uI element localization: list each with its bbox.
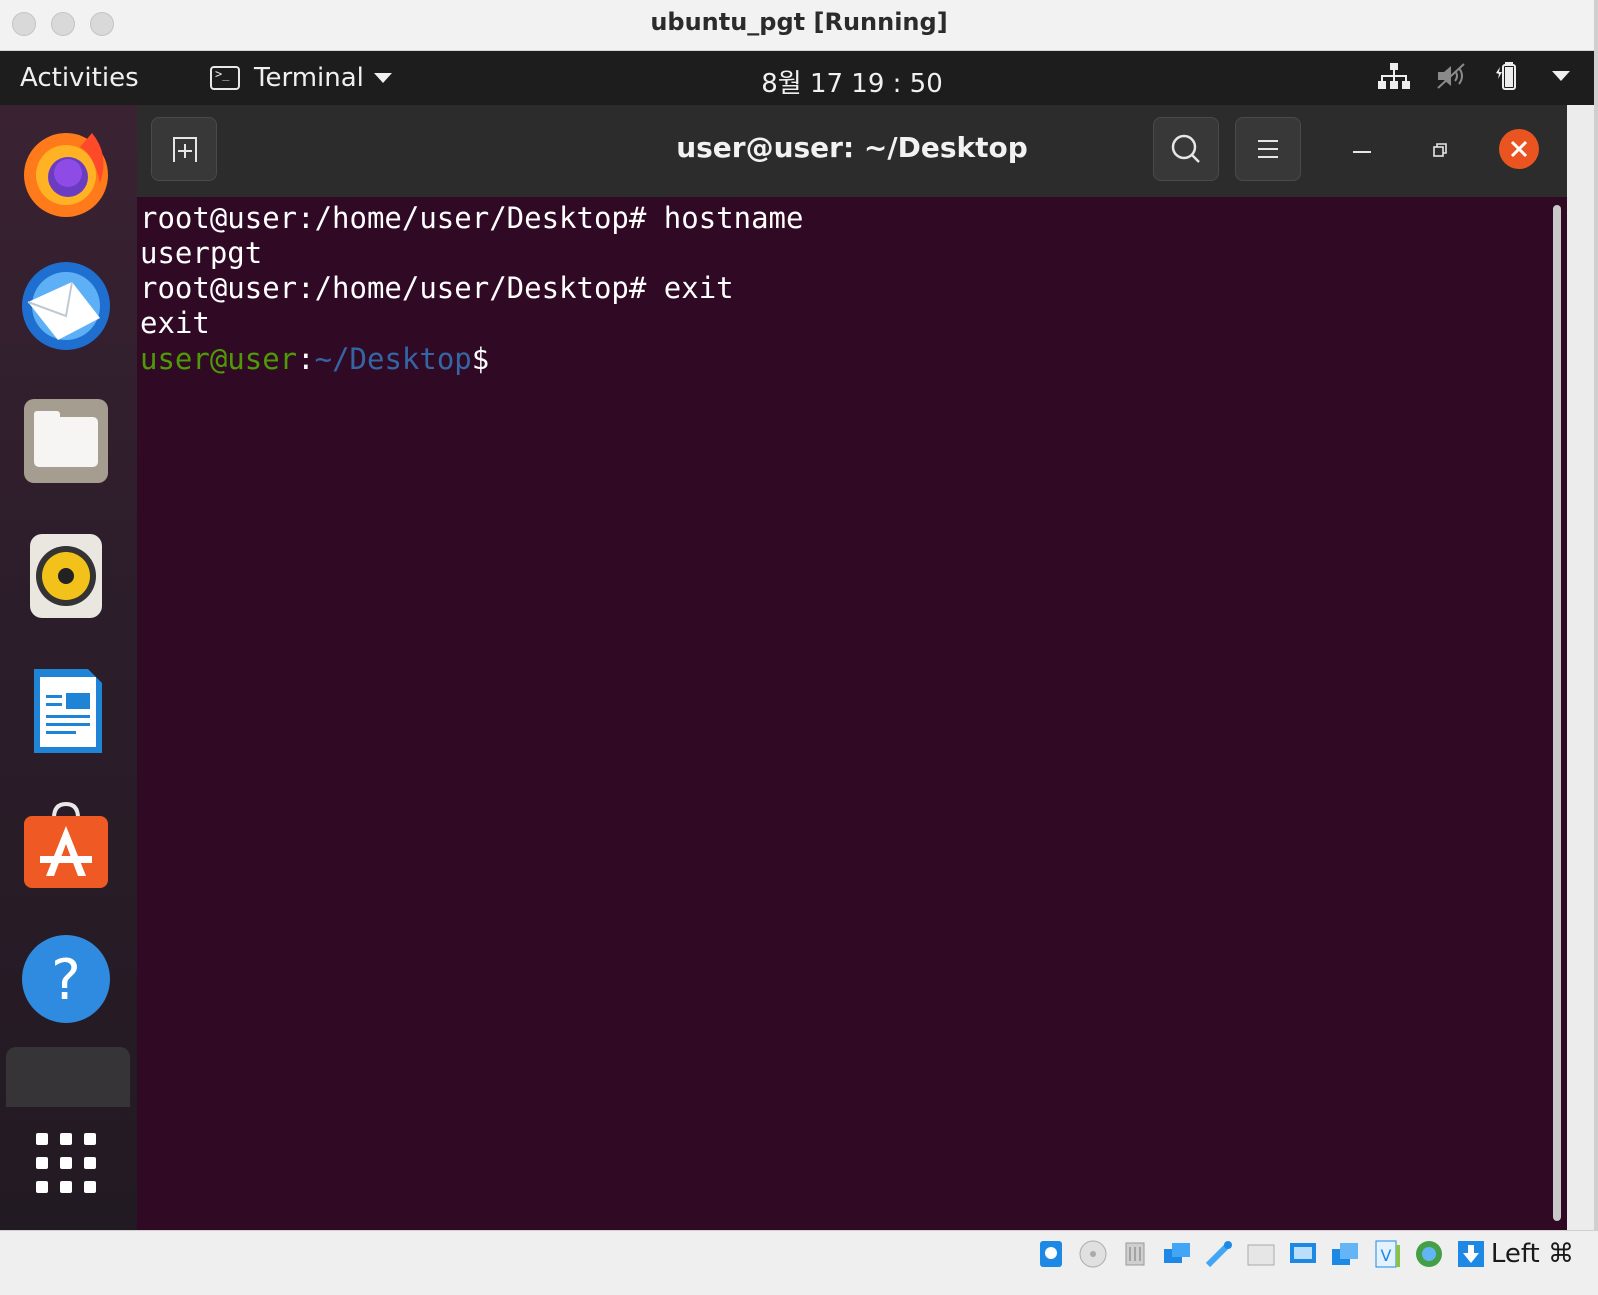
shared-folder-icon[interactable] xyxy=(1244,1237,1278,1271)
thunderbird-icon[interactable] xyxy=(20,260,112,352)
ubuntu-top-bar: Activities Terminal 8월 17 19 : 50 xyxy=(0,51,1594,105)
audio-icon[interactable] xyxy=(1118,1237,1152,1271)
svg-text:V: V xyxy=(1381,1246,1392,1265)
hamburger-menu-icon xyxy=(1258,140,1278,158)
volume-muted-icon xyxy=(1437,63,1465,89)
terminal-line: userpgt xyxy=(140,236,263,270)
close-icon xyxy=(1510,140,1528,158)
search-button[interactable] xyxy=(1153,117,1219,181)
vm-status-icons: V xyxy=(1034,1237,1488,1271)
search-icon xyxy=(1171,134,1200,163)
rhythmbox-icon[interactable] xyxy=(20,530,112,622)
virtualization-icon[interactable]: V xyxy=(1370,1237,1404,1271)
libreoffice-writer-icon[interactable] xyxy=(20,665,112,757)
display-icon[interactable] xyxy=(1286,1237,1320,1271)
window-edge xyxy=(1594,0,1598,1294)
terminal-scrollbar[interactable] xyxy=(1553,205,1561,1221)
usb-icon[interactable] xyxy=(1202,1237,1236,1271)
clock[interactable]: 8월 17 19 : 50 xyxy=(0,63,1594,100)
optical-drive-icon[interactable] xyxy=(1076,1237,1110,1271)
terminal-output[interactable]: root@user:/home/user/Desktop# hostname u… xyxy=(137,197,1567,1230)
terminal-prompt: user@user:~/Desktop$ xyxy=(140,342,489,377)
system-tray[interactable] xyxy=(1378,61,1570,91)
ubuntu-software-icon[interactable] xyxy=(20,800,112,892)
show-applications-icon[interactable] xyxy=(36,1133,96,1193)
svg-text:?: ? xyxy=(51,948,81,1013)
terminal-line: root@user:/home/user/Desktop# exit xyxy=(140,271,734,305)
hard-disk-icon[interactable] xyxy=(1034,1237,1068,1271)
vm-window-titlebar: ubuntu_pgt [Running] xyxy=(0,0,1598,51)
network-adapter-icon[interactable] xyxy=(1160,1237,1194,1271)
minimize-button[interactable] xyxy=(1353,151,1371,153)
guest-additions-icon[interactable] xyxy=(1412,1237,1446,1271)
terminal-line: exit xyxy=(140,306,210,340)
close-button[interactable] xyxy=(1499,129,1539,169)
restore-button[interactable] xyxy=(1433,143,1447,157)
keyboard-capture-icon[interactable] xyxy=(1454,1237,1488,1271)
terminal-line: root@user:/home/user/Desktop# hostname xyxy=(140,201,804,235)
vm-window-title: ubuntu_pgt [Running] xyxy=(650,8,948,36)
prompt-path: ~/Desktop xyxy=(314,342,472,376)
prompt-user: user@user xyxy=(140,342,298,376)
prompt-symbol: $ xyxy=(471,342,490,376)
terminal-headerbar: user@user: ~/Desktop xyxy=(137,105,1567,197)
terminal-title: user@user: ~/Desktop xyxy=(676,131,1028,164)
video-capture-icon[interactable] xyxy=(1328,1237,1362,1271)
battery-icon xyxy=(1496,62,1516,90)
prompt-separator: : xyxy=(297,342,315,376)
host-key-indicator[interactable]: Left ⌘ xyxy=(1491,1239,1574,1269)
help-icon[interactable]: ? xyxy=(20,933,112,1025)
menu-button[interactable] xyxy=(1235,117,1301,181)
files-icon[interactable] xyxy=(20,395,112,487)
terminal-dock-item[interactable] xyxy=(6,1047,130,1107)
ubuntu-dock: ? xyxy=(0,105,137,1230)
firefox-icon[interactable] xyxy=(20,125,112,217)
vm-status-bar: V Left ⌘ xyxy=(0,1230,1598,1295)
system-menu-chevron-icon[interactable] xyxy=(1552,71,1570,81)
network-icon xyxy=(1378,63,1410,89)
